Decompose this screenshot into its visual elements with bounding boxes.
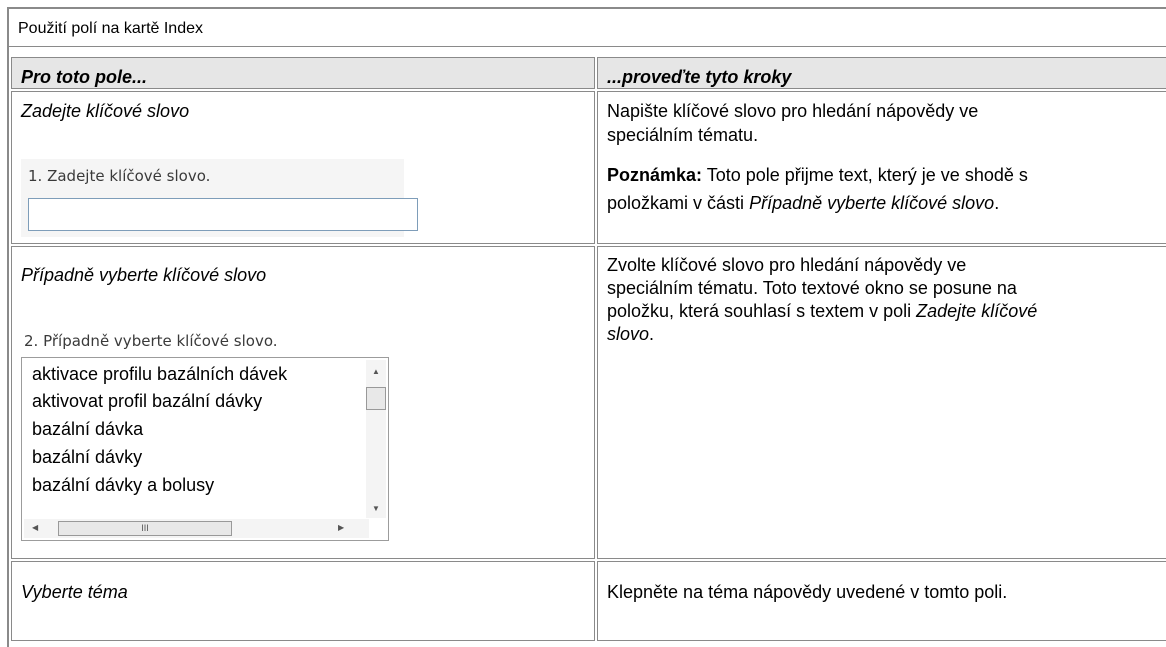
desc-line: speciálním tématu. Toto textové okno se … [607,278,1017,298]
header-field-column: Pro toto pole... [11,57,595,89]
table-row-keyword-desc: Napište klíčové slovo pro hledání nápově… [597,91,1166,244]
table-caption: Použití polí na kartě Index [9,9,1166,47]
desc-field-ref: Zadejte klíčové [916,301,1038,321]
keyword-input[interactable] [28,198,418,231]
desc-line: Klepněte na téma nápovědy uvedené v tomt… [607,582,1008,602]
field-name: Případně vyberte klíčové slovo [21,265,267,285]
note-text: Toto pole přijme text, který je ve shodě… [702,165,1028,185]
field-name: Vyberte téma [21,582,128,602]
desc-line: Zvolte klíčové slovo pro hledání nápověd… [607,255,967,275]
scroll-right-arrow-icon[interactable]: ▶ [338,523,344,533]
scroll-down-arrow-icon[interactable]: ▼ [372,504,380,514]
table-row-topic-field: Vyberte téma [11,561,595,641]
desc-line: slovo. [607,323,1166,346]
horizontal-scroll-thumb[interactable]: III [58,521,232,536]
note-line: položkami v části Případně vyberte klíčo… [607,189,1166,217]
note-label: Poznámka: [607,165,703,185]
scroll-left-arrow-icon[interactable]: ◀ [32,523,38,533]
header-steps-label: ...proveďte tyto kroky [607,67,792,87]
table-row-topic-desc: Klepněte na téma nápovědy uvedené v tomt… [597,561,1166,641]
field-name: Zadejte klíčové slovo [21,101,190,121]
list-item[interactable]: aktivace profilu bazálních dávek [32,364,287,385]
vertical-scrollbar[interactable]: ▲ ▼ [366,360,386,518]
note-text: položkami v části [607,193,750,213]
table-row-keyword-list-desc: Zvolte klíčové slovo pro hledání nápověd… [597,246,1166,559]
list-item[interactable]: bazální dávky a bolusy [32,475,214,496]
note-line: Poznámka: Toto pole přijme text, který j… [607,161,1166,189]
vertical-scroll-thumb[interactable] [366,387,386,410]
scroll-up-arrow-icon[interactable]: ▲ [372,367,380,377]
desc-line: položku, která souhlasí s textem v poli … [607,300,1166,323]
grip-icon: III [141,523,149,533]
desc-text: . [649,324,655,344]
keyword-input-label: 1. Zadejte klíčové slovo. [28,167,211,185]
horizontal-scrollbar[interactable]: ◀ III ▶ [24,519,369,538]
note-field-ref: Případně vyberte klíčové slovo [749,193,995,213]
keyword-listbox[interactable]: aktivace profilu bazálních dávek aktivov… [21,357,389,541]
keyword-input-sample: 1. Zadejte klíčové slovo. [21,159,418,237]
keyword-list-label: 2. Případně vyberte klíčové slovo. [24,332,278,350]
desc-text: položku, která souhlasí s textem v poli [607,301,917,321]
desc-line: speciálním tématu. [607,125,759,145]
header-steps-column: ...proveďte tyto kroky [597,57,1166,89]
note-text: . [994,193,1000,213]
desc-field-ref: slovo [607,324,650,344]
header-field-label: Pro toto pole... [21,67,147,87]
list-item[interactable]: bazální dávka [32,419,143,440]
desc-line: Napište klíčové slovo pro hledání nápově… [607,101,979,121]
list-item[interactable]: bazální dávky [32,447,142,468]
keyword-list-sample: 2. Případně vyberte klíčové slovo. aktiv… [21,320,396,546]
list-item[interactable]: aktivovat profil bazální dávky [32,391,262,412]
